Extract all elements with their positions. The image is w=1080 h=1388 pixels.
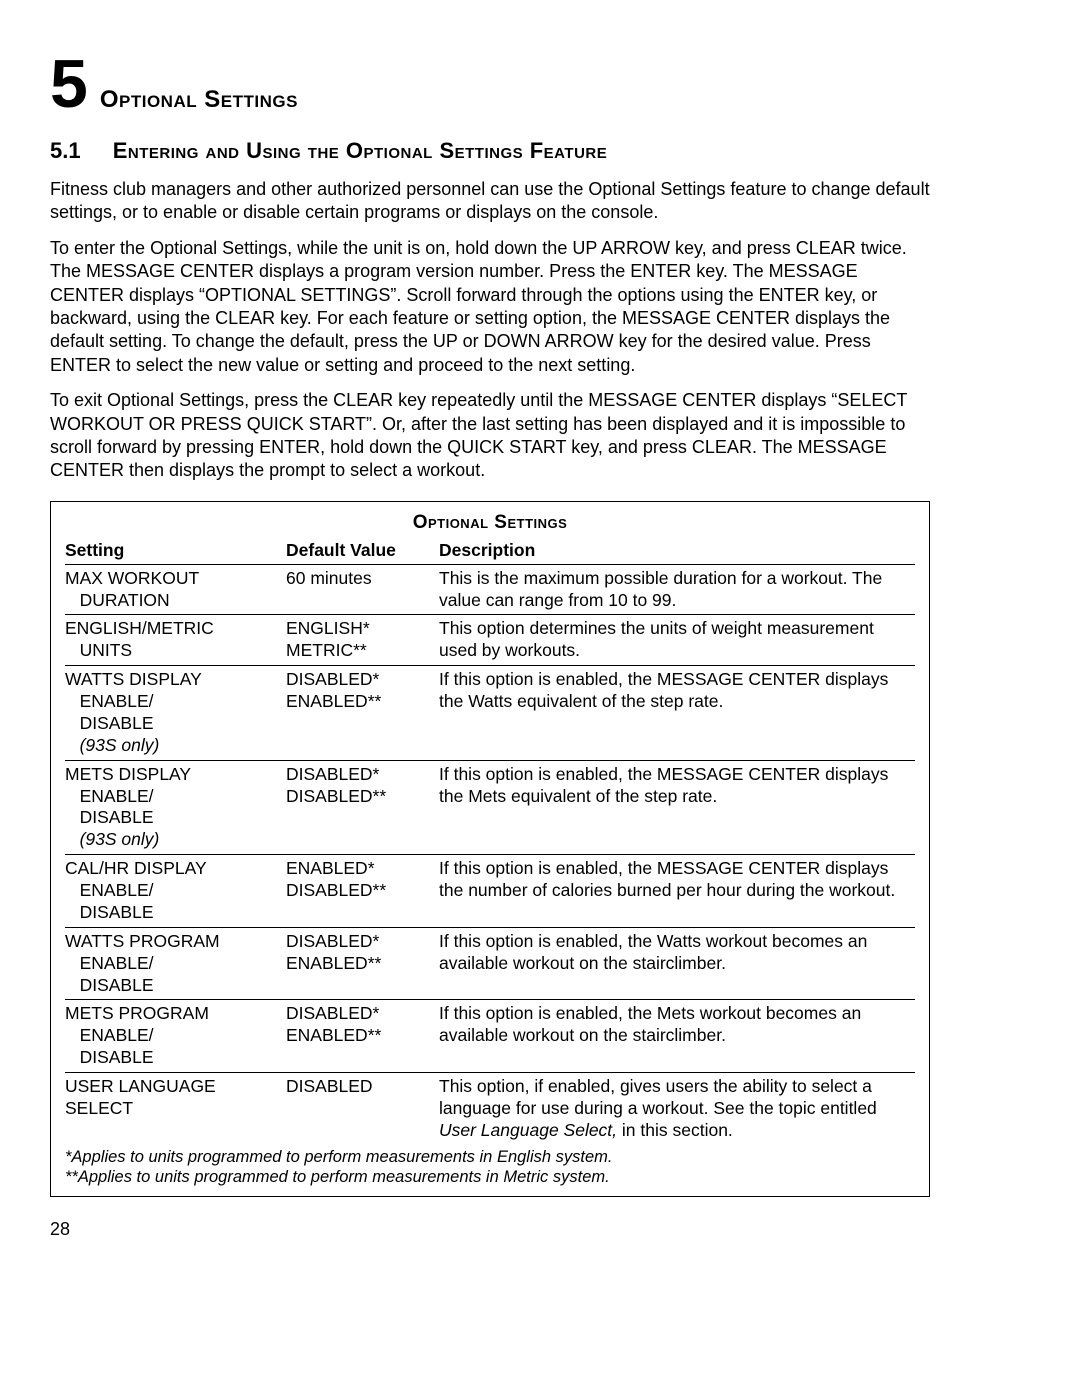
chapter-title: Optional Settings <box>100 86 298 114</box>
settings-table-box: Optional Settings Setting Default Value … <box>50 501 930 1197</box>
table-footnotes: *Applies to units programmed to perform … <box>65 1147 915 1188</box>
section-title: Entering and Using the Optional Settings… <box>113 138 608 163</box>
cell-description: This option, if enabled, gives users the… <box>439 1073 915 1145</box>
cell-description: If this option is enabled, the Watts wor… <box>439 927 915 1000</box>
paragraph-1: Fitness club managers and other authoriz… <box>50 178 930 225</box>
cell-description: If this option is enabled, the MESSAGE C… <box>439 760 915 855</box>
section-heading: 5.1 Entering and Using the Optional Sett… <box>50 138 930 164</box>
cell-description: If this option is enabled, the Mets work… <box>439 1000 915 1073</box>
cell-setting: USER LANGUAGE SELECT <box>65 1073 286 1145</box>
cell-default: DISABLED <box>286 1073 439 1145</box>
cell-default: ENABLED*DISABLED** <box>286 855 439 928</box>
table-header-row: Setting Default Value Description <box>65 538 915 565</box>
page-number: 28 <box>50 1219 930 1240</box>
cell-setting: WATTS DISPLAY ENABLE/ DISABLE (93S only) <box>65 666 286 761</box>
chapter-heading: 5 Optional Settings <box>50 50 930 118</box>
chapter-number: 5 <box>50 50 88 118</box>
settings-table: Setting Default Value Description MAX WO… <box>65 538 915 1145</box>
cell-setting: MAX WORKOUT DURATION <box>65 564 286 615</box>
paragraph-2: To enter the Optional Settings, while th… <box>50 237 930 377</box>
section-number: 5.1 <box>50 138 81 164</box>
table-row: ENGLISH/METRIC UNITSENGLISH*METRIC**This… <box>65 615 915 666</box>
table-title: Optional Settings <box>65 512 915 534</box>
cell-setting: WATTS PROGRAM ENABLE/ DISABLE <box>65 927 286 1000</box>
table-row: MAX WORKOUT DURATION60 minutesThis is th… <box>65 564 915 615</box>
th-setting: Setting <box>65 538 286 565</box>
cell-setting: CAL/HR DISPLAY ENABLE/ DISABLE <box>65 855 286 928</box>
table-row: USER LANGUAGE SELECTDISABLEDThis option,… <box>65 1073 915 1145</box>
table-row: METS PROGRAM ENABLE/ DISABLEDISABLED*ENA… <box>65 1000 915 1073</box>
table-row: CAL/HR DISPLAY ENABLE/ DISABLEENABLED*DI… <box>65 855 915 928</box>
footnote-2: **Applies to units programmed to perform… <box>65 1167 915 1188</box>
table-row: METS DISPLAY ENABLE/ DISABLE (93S only)D… <box>65 760 915 855</box>
cell-default: DISABLED*ENABLED** <box>286 666 439 761</box>
cell-description: This option determines the units of weig… <box>439 615 915 666</box>
cell-default: 60 minutes <box>286 564 439 615</box>
cell-description: If this option is enabled, the MESSAGE C… <box>439 855 915 928</box>
cell-default: DISABLED*DISABLED** <box>286 760 439 855</box>
cell-description: If this option is enabled, the MESSAGE C… <box>439 666 915 761</box>
cell-default: DISABLED*ENABLED** <box>286 1000 439 1073</box>
cell-default: DISABLED*ENABLED** <box>286 927 439 1000</box>
cell-setting: ENGLISH/METRIC UNITS <box>65 615 286 666</box>
cell-setting: METS PROGRAM ENABLE/ DISABLE <box>65 1000 286 1073</box>
cell-default: ENGLISH*METRIC** <box>286 615 439 666</box>
cell-setting: METS DISPLAY ENABLE/ DISABLE (93S only) <box>65 760 286 855</box>
th-default: Default Value <box>286 538 439 565</box>
paragraph-3: To exit Optional Settings, press the CLE… <box>50 389 930 483</box>
th-description: Description <box>439 538 915 565</box>
cell-description: This is the maximum possible duration fo… <box>439 564 915 615</box>
table-row: WATTS PROGRAM ENABLE/ DISABLEDISABLED*EN… <box>65 927 915 1000</box>
footnote-1: *Applies to units programmed to perform … <box>65 1147 915 1168</box>
table-row: WATTS DISPLAY ENABLE/ DISABLE (93S only)… <box>65 666 915 761</box>
